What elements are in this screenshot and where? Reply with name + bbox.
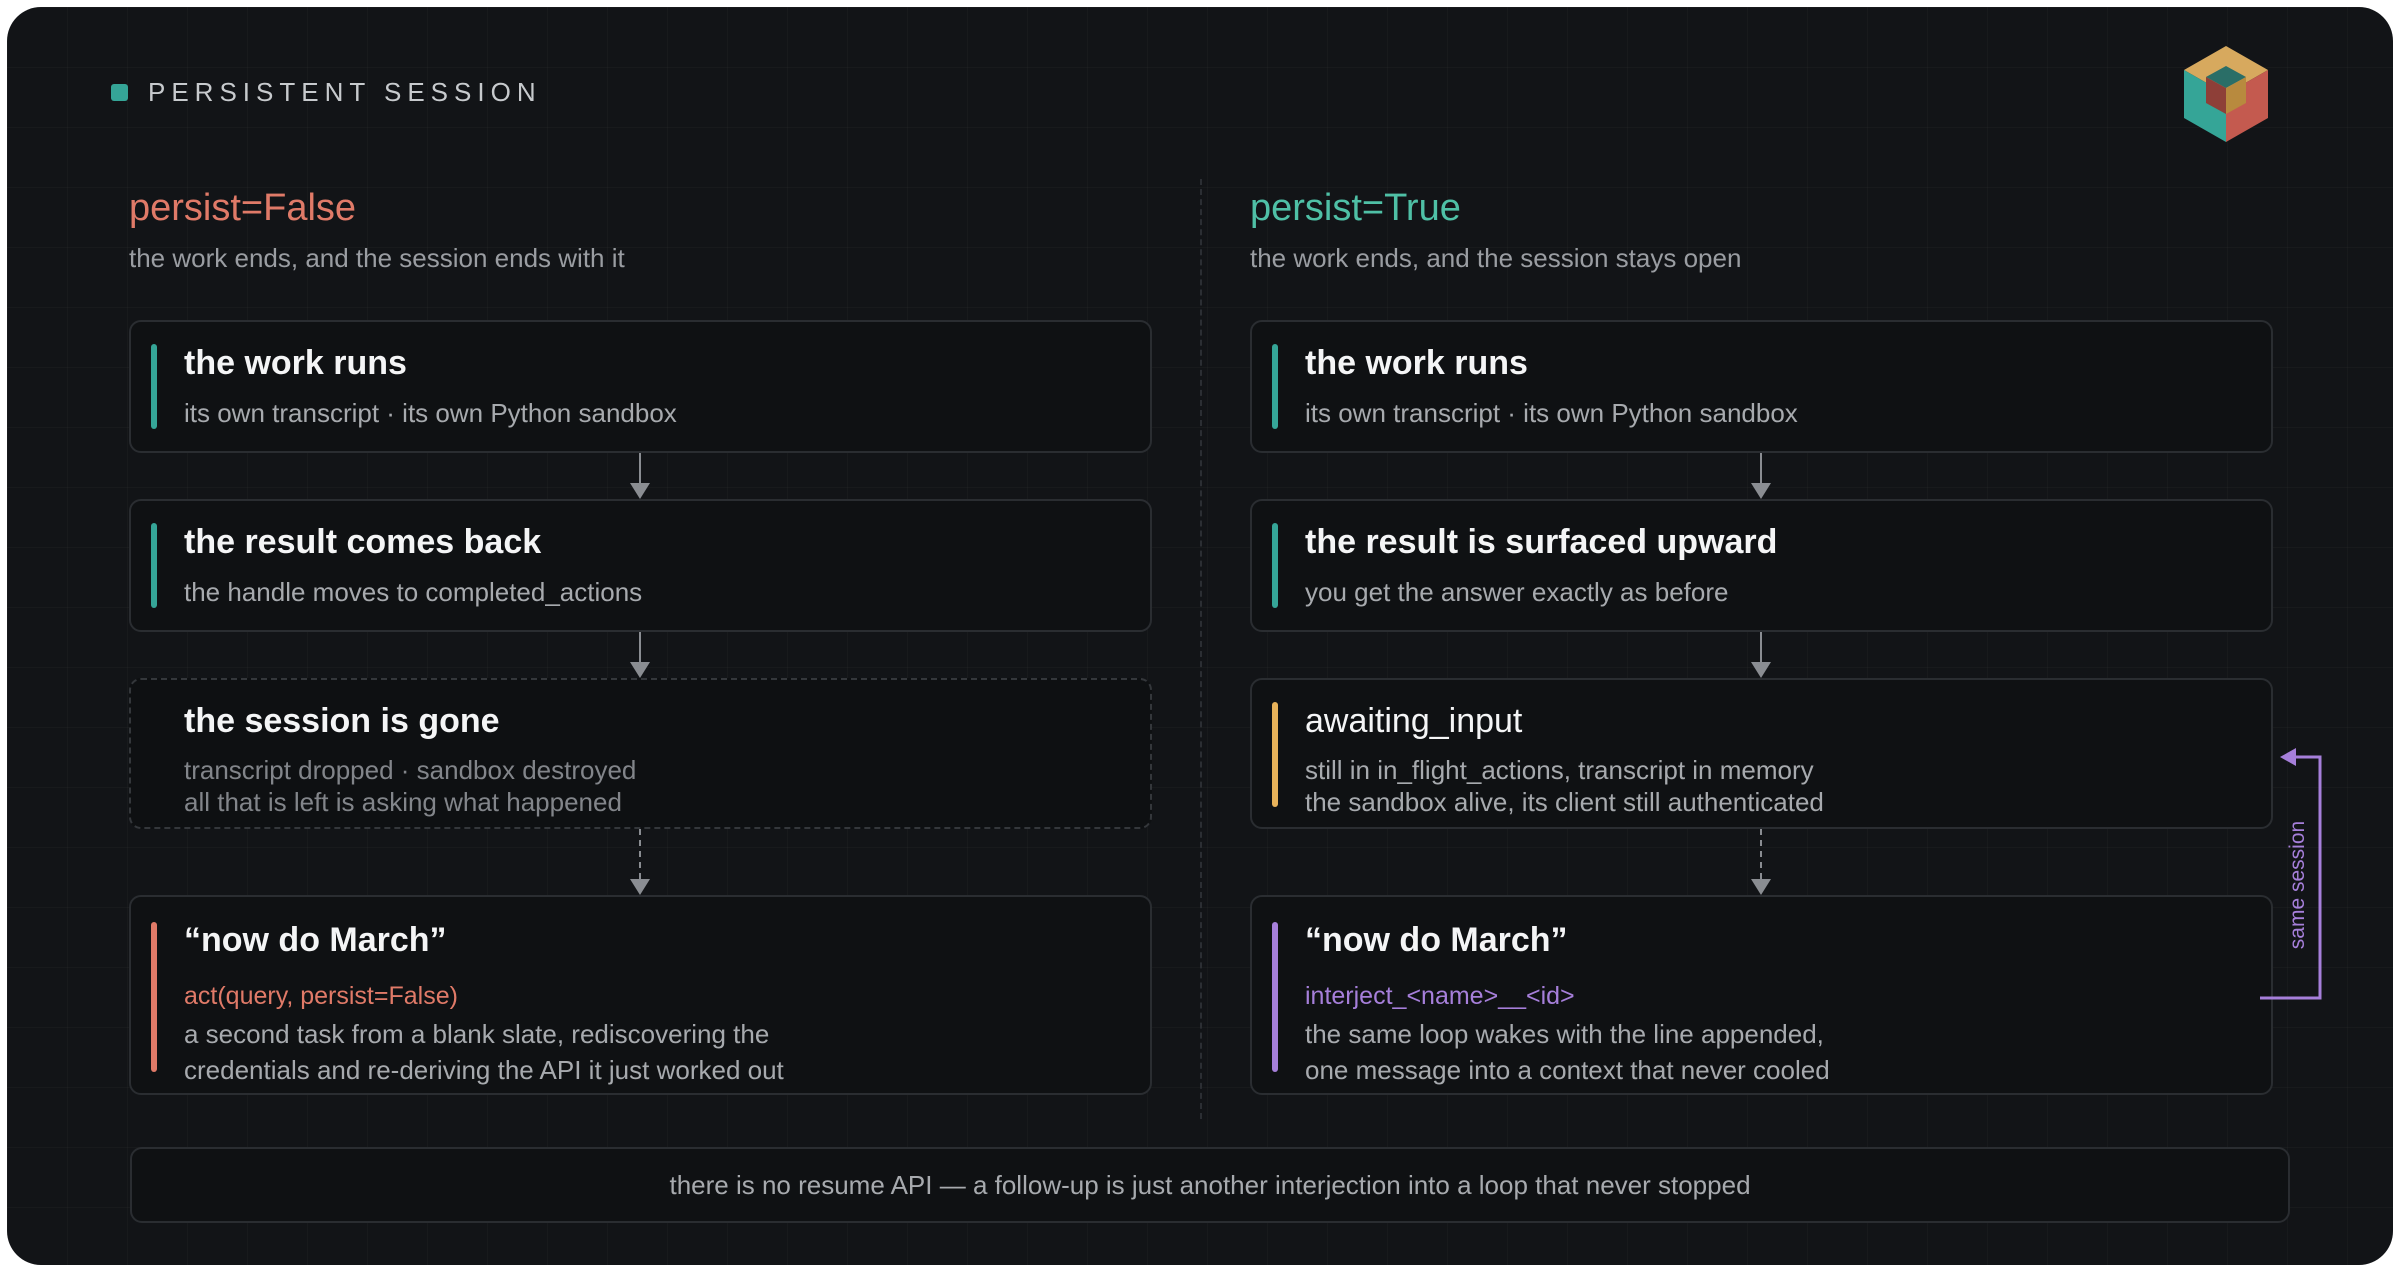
card-description-line-1: the same loop wakes with the line append… [1305,1019,1824,1049]
card-description-line-1: transcript dropped · sandbox destroyed [184,755,637,785]
amber-accent-bar [1272,702,1278,807]
card-description: its own transcript · its own Python sand… [184,398,677,428]
card-title: the session is gone [184,702,500,740]
right-column-subtitle: the work ends, and the session stays ope… [1250,243,1742,273]
left-card-now-do-march: “now do March” act(query, persist=False)… [129,895,1152,1095]
dashed-flow-arrow [628,829,652,895]
eyebrow-square-icon [111,84,128,101]
column-divider [1200,179,1202,1119]
card-code: act(query, persist=False) [184,982,458,1010]
card-title: “now do March” [1305,921,1568,959]
card-description-line-2: the sandbox alive, its client still auth… [1305,787,1824,817]
flow-arrow [628,453,652,499]
left-card-work-runs: the work runs its own transcript · its o… [129,320,1152,453]
flow-arrow [628,632,652,678]
section-eyebrow: PERSISTENT SESSION [111,77,542,108]
purple-accent-bar [1272,922,1278,1072]
right-card-awaiting-input: awaiting_input still in in_flight_action… [1250,678,2273,829]
teal-accent-bar [151,523,157,608]
isometric-cube-logo-icon [2184,46,2268,142]
card-title: the work runs [184,344,407,382]
card-description-line-1: a second task from a blank slate, redisc… [184,1019,770,1049]
card-description-line-2: one message into a context that never co… [1305,1055,1830,1085]
footer-note: there is no resume API — a follow-up is … [130,1147,2290,1223]
left-card-session-gone: the session is gone transcript dropped ·… [129,678,1152,829]
card-title: the result comes back [184,523,542,561]
same-session-label: same session [2286,820,2309,950]
teal-accent-bar [1272,523,1278,608]
dashed-flow-arrow [1749,829,1773,895]
card-description-line-2: all that is left is asking what happened [184,787,622,817]
eyebrow-label: PERSISTENT SESSION [148,77,542,107]
right-card-now-do-march: “now do March” interject_<name>__<id> th… [1250,895,2273,1095]
left-column-subtitle: the work ends, and the session ends with… [129,243,625,273]
card-description: the handle moves to completed_actions [184,577,643,607]
right-card-result-surfaced: the result is surfaced upward you get th… [1250,499,2273,632]
right-card-work-runs: the work runs its own transcript · its o… [1250,320,2273,453]
left-column-title: persist=False [129,187,357,229]
teal-accent-bar [151,344,157,429]
card-description: its own transcript · its own Python sand… [1305,398,1798,428]
card-description-line-2: credentials and re-deriving the API it j… [184,1055,784,1085]
card-description-line-1: still in in_flight_actions, transcript i… [1305,755,1814,785]
left-card-result-comes-back: the result comes back the handle moves t… [129,499,1152,632]
flow-arrow [1749,453,1773,499]
flow-arrow [1749,632,1773,678]
card-code: interject_<name>__<id> [1305,982,1575,1010]
card-title: awaiting_input [1305,702,1523,740]
card-description: you get the answer exactly as before [1305,577,1729,607]
red-accent-bar [151,922,157,1072]
right-column-title: persist=True [1250,187,1461,229]
card-title: the result is surfaced upward [1305,523,1778,561]
diagram-canvas: PERSISTENT SESSION persist=False the wor… [7,7,2393,1265]
card-title: “now do March” [184,921,447,959]
card-title: the work runs [1305,344,1528,382]
teal-accent-bar [1272,344,1278,429]
